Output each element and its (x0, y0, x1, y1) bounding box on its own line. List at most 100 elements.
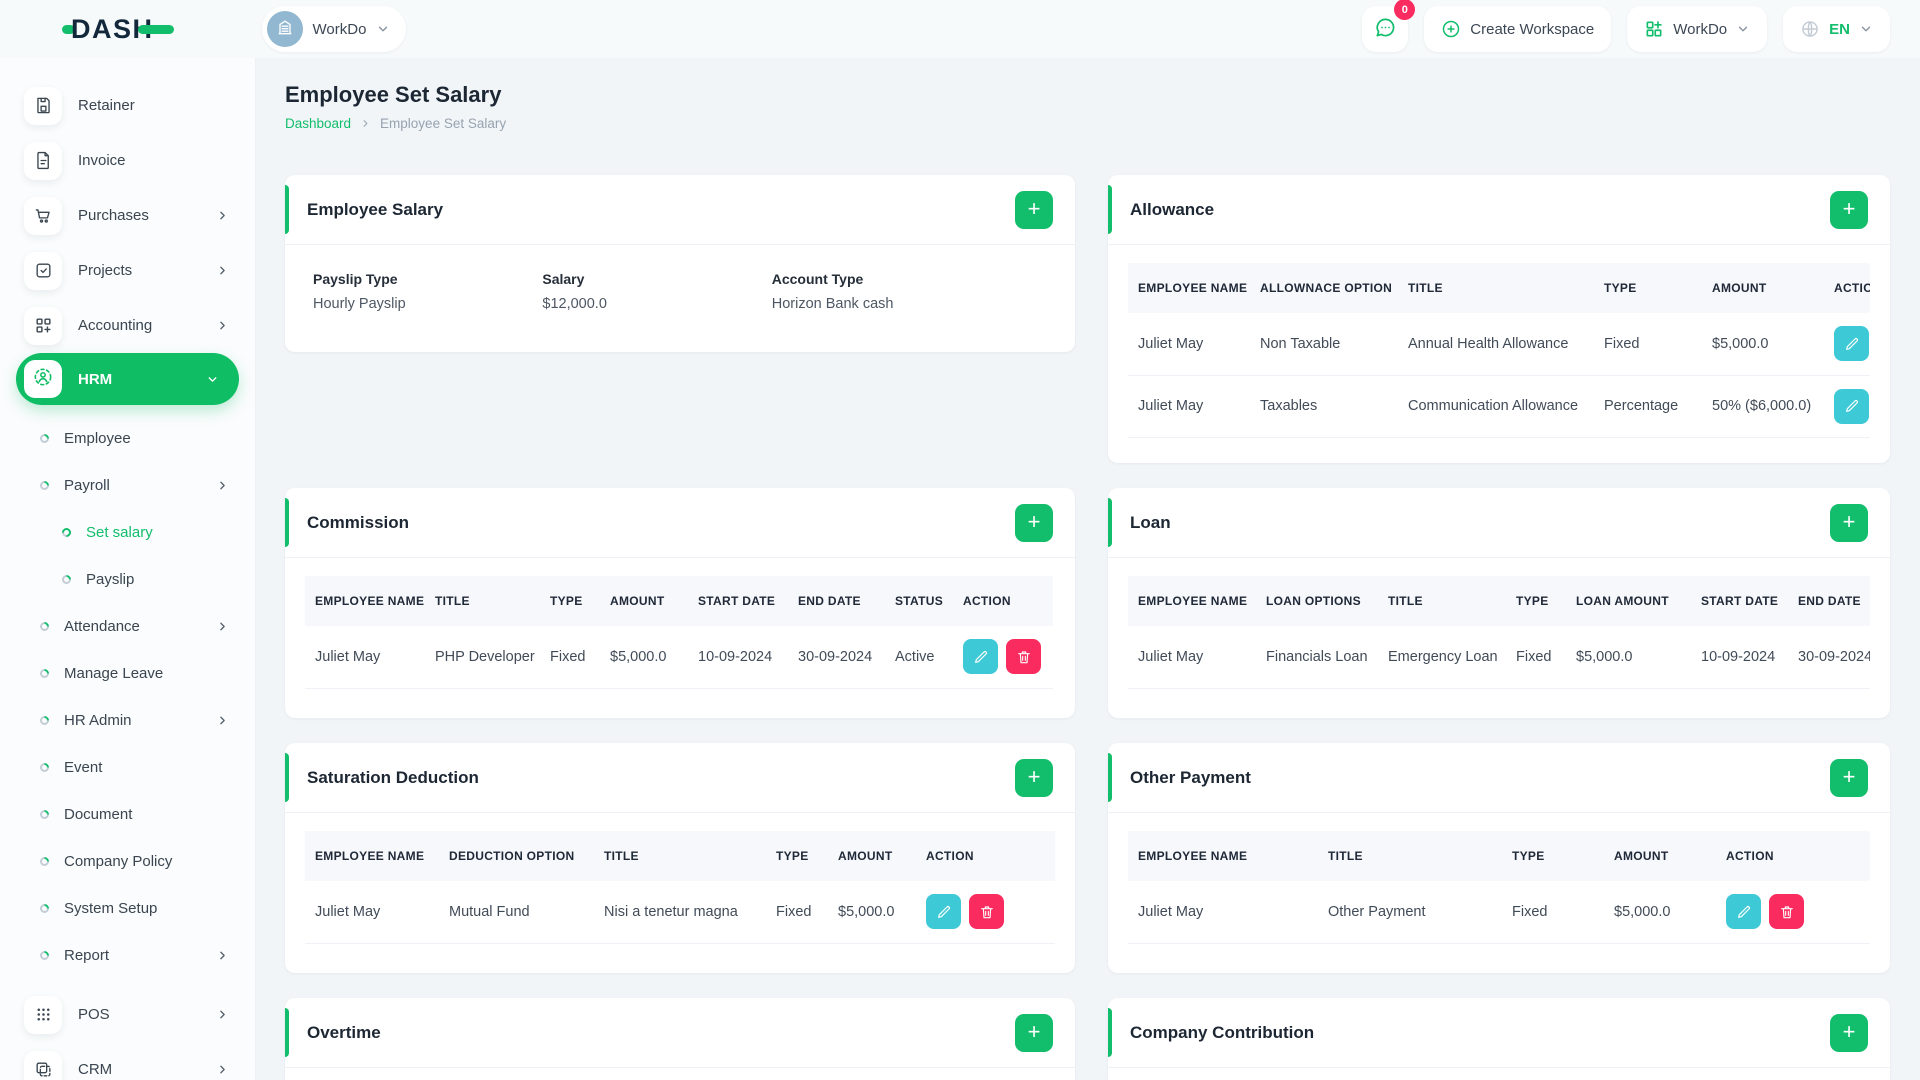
breadcrumb-dashboard-link[interactable]: Dashboard (285, 116, 351, 131)
sidebar-item-manage-leave[interactable]: Manage Leave (0, 650, 255, 697)
card-company-contribution: Company Contribution + (1108, 998, 1890, 1080)
table-row: Juliet May Taxables Communication Allowanc… (1128, 375, 1870, 438)
loan-table: EMPLOYEE NAME LOAN OPTIONS TITLE TYPE LOAN A… (1128, 576, 1870, 689)
column-header-amount: AMOUNT (828, 831, 916, 881)
edit-button[interactable] (963, 639, 998, 675)
table-cell: 30-09-2024 (788, 626, 885, 689)
table-cell: Annual Health Allowance (1398, 313, 1594, 376)
sidebar-item-purchases[interactable]: Purchases (0, 188, 255, 243)
add-other-payment-button[interactable]: + (1830, 758, 1868, 797)
column-header-title: TITLE (594, 831, 766, 881)
table-cell: $5,000.0 (828, 881, 916, 944)
sidebar-item-label: Manage Leave (64, 665, 164, 682)
column-header-action: ACTION (916, 831, 1055, 881)
table-row: Juliet May Non Taxable Annual Health Allow… (1128, 313, 1870, 376)
top-bar: DASH WorkDo 0 Create Workspace WorkDo EN (0, 0, 1920, 58)
column-header-employee-name: EMPLOYEE NAME (305, 576, 425, 626)
bullet-icon (38, 432, 51, 445)
messages-button[interactable]: 0 (1362, 0, 1416, 52)
sidebar-item-report[interactable]: Report (0, 932, 255, 979)
add-allowance-button[interactable]: + (1830, 190, 1868, 229)
column-header-title: TITLE (1378, 576, 1506, 626)
sidebar-item-payslip[interactable]: Payslip (0, 556, 255, 603)
table-cell: $5,000.0 (600, 626, 688, 689)
sidebar-item-label: Payroll (64, 477, 110, 494)
sidebar-item-retainer[interactable]: Retainer (0, 78, 255, 133)
language-button[interactable]: EN (1783, 6, 1890, 52)
column-header-amount: AMOUNT (1604, 831, 1716, 881)
sidebar-item-employee[interactable]: Employee (0, 415, 255, 462)
sidebar-item-set-salary[interactable]: Set salary (0, 509, 255, 556)
sidebar-item-label: HR Admin (64, 712, 132, 729)
app-logo[interactable]: DASH (62, 14, 174, 45)
table-row: Juliet May Mutual Fund Nisi a tenetur magn… (305, 881, 1055, 944)
bullet-icon (38, 949, 51, 962)
sidebar-item-label: Event (64, 759, 103, 776)
workspace-menu-button[interactable]: WorkDo (1627, 6, 1768, 52)
sidebar-item-attendance[interactable]: Attendance (0, 603, 255, 650)
column-header-allownace-option: ALLOWNACE OPTION (1250, 263, 1398, 313)
other-payment-table: EMPLOYEE NAME TITLE TYPE AMOUNT ACTION Juliet… (1128, 831, 1870, 944)
bullet-icon (38, 855, 51, 868)
edit-button[interactable] (926, 894, 961, 930)
sidebar-item-company-policy[interactable]: Company Policy (0, 838, 255, 885)
sidebar-item-crm[interactable]: CRM (0, 1042, 255, 1080)
edit-button[interactable] (1834, 326, 1869, 362)
sidebar-item-document[interactable]: Document (0, 791, 255, 838)
sidebar-item-projects[interactable]: Projects (0, 243, 255, 298)
edit-button[interactable] (1834, 388, 1869, 424)
column-header-action: ACTION (953, 576, 1053, 626)
sidebar-item-pos[interactable]: POS (0, 987, 255, 1042)
table-cell: Active (885, 626, 953, 689)
sidebar-item-system-setup[interactable]: System Setup (0, 885, 255, 932)
delete-button[interactable] (1769, 894, 1804, 930)
column-header-employee-name: EMPLOYEE NAME (305, 831, 439, 881)
table-cell: Financials Loan (1256, 626, 1378, 689)
delete-button[interactable] (969, 894, 1004, 930)
table-cell: 50% ($6,000.0) (1702, 375, 1824, 438)
sidebar-item-invoice[interactable]: Invoice (0, 133, 255, 188)
sidebar-item-hrm[interactable]: HRM (16, 353, 239, 405)
add-company-contribution-button[interactable]: + (1830, 1013, 1868, 1052)
card-other-payment: Other Payment + EMPLOYEE NAME TITLE TYPE AM… (1108, 743, 1890, 973)
column-header-title: TITLE (1398, 263, 1594, 313)
add-loan-button[interactable]: + (1830, 503, 1868, 542)
chat-icon (1374, 16, 1397, 42)
edit-button[interactable] (1726, 894, 1761, 930)
sidebar-item-event[interactable]: Event (0, 744, 255, 791)
table-cell: 10-09-2024 (1691, 626, 1788, 689)
add-employee-salary-button[interactable]: + (1015, 190, 1053, 229)
language-label: EN (1829, 20, 1850, 38)
purchases-icon (24, 196, 62, 235)
field-value: Horizon Bank cash (771, 296, 894, 312)
breadcrumb: Dashboard Employee Set Salary (285, 116, 1890, 131)
sidebar-item-payroll[interactable]: Payroll (0, 462, 255, 509)
table-cell: PHP Developer (425, 626, 540, 689)
chevron-right-icon (216, 949, 229, 962)
sidebar-item-label: Projects (78, 262, 133, 279)
workspace-selector[interactable]: WorkDo (261, 6, 407, 52)
workspace-avatar (266, 11, 303, 47)
card-loan: Loan + EMPLOYEE NAME LOAN OPTIONS TITLE TYP… (1108, 488, 1890, 718)
delete-button[interactable] (1006, 639, 1041, 675)
add-commission-button[interactable]: + (1015, 503, 1053, 542)
field-value: Hourly Payslip (313, 296, 406, 312)
add-overtime-button[interactable]: + (1015, 1013, 1053, 1052)
column-header-deduction-option: DEDUCTION OPTION (439, 831, 594, 881)
column-header-start-date: START DATE (1691, 576, 1788, 626)
column-header-employee-name: EMPLOYEE NAME (1128, 576, 1256, 626)
table-row: Juliet May Other Payment Fixed $5,000.0 (1128, 881, 1870, 944)
table-cell: Fixed (766, 881, 828, 944)
action-cell (953, 626, 1053, 689)
table-cell: Fixed (1594, 313, 1702, 376)
sidebar-modules-bottom: POS CRM (0, 987, 255, 1080)
sidebar-item-hr-admin[interactable]: HR Admin (0, 697, 255, 744)
column-header-loan-options: LOAN OPTIONS (1256, 576, 1378, 626)
topbar-actions: 0 Create Workspace WorkDo EN (1362, 0, 1890, 52)
column-header-employee-name: EMPLOYEE NAME (1128, 831, 1318, 881)
create-workspace-button[interactable]: Create Workspace (1424, 6, 1612, 52)
add-saturation-deduction-button[interactable]: + (1015, 758, 1053, 797)
chevron-right-icon (360, 118, 371, 129)
sidebar-item-accounting[interactable]: Accounting (0, 298, 255, 353)
sidebar-item-label: Company Policy (64, 853, 173, 870)
